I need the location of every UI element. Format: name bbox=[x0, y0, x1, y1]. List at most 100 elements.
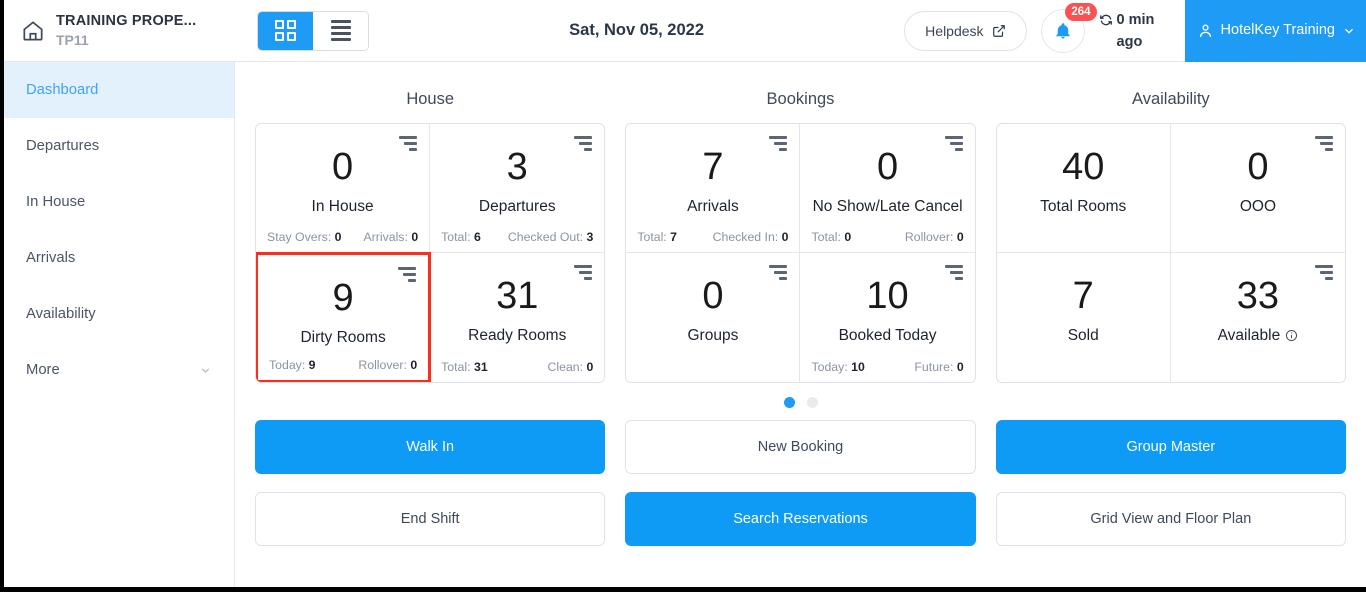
metric-card-arrivals[interactable]: 7 Arrivals Total: 7 Checked In: 0 bbox=[626, 124, 801, 253]
substat-right-value: 0 bbox=[956, 230, 964, 244]
metric-substats: Today: 10 Future: 0 bbox=[811, 360, 963, 374]
filter-icon[interactable] bbox=[769, 136, 788, 151]
substat-right-label: Checked In: bbox=[712, 230, 779, 244]
metric-card-booked-today[interactable]: 10 Booked Today Today: 10 Future: 0 bbox=[800, 253, 974, 382]
sync-text: 0 min ago bbox=[1116, 11, 1155, 50]
action-button-walk-in[interactable]: Walk In bbox=[255, 420, 606, 474]
property-text: TRAINING PROPE... TP11 bbox=[56, 13, 196, 48]
action-button-new-booking[interactable]: New Booking bbox=[625, 420, 976, 474]
metric-card-sold[interactable]: 7 Sold bbox=[997, 253, 1171, 382]
substat-right-label: Checked Out: bbox=[507, 230, 584, 244]
sidebar-item-departures[interactable]: Departures bbox=[4, 118, 234, 174]
helpdesk-button[interactable]: Helpdesk bbox=[904, 10, 1027, 51]
section-title-availability: Availability bbox=[1132, 90, 1210, 108]
metric-label-text: Total Rooms bbox=[1040, 197, 1127, 215]
metric-substats: Today: 9 Rollover: 0 bbox=[269, 358, 417, 372]
metric-substat-right: Rollover: 0 bbox=[358, 358, 417, 372]
substat-left-value: 0 bbox=[334, 230, 342, 244]
filter-icon[interactable] bbox=[398, 267, 417, 282]
filter-icon[interactable] bbox=[944, 265, 963, 280]
property-brand[interactable]: TRAINING PROPE... TP11 bbox=[4, 0, 235, 61]
app-header: TRAINING PROPE... TP11 Sat, Nov 05, 2022… bbox=[4, 0, 1366, 62]
notifications[interactable]: 264 bbox=[1040, 2, 1097, 53]
filter-icon[interactable] bbox=[574, 265, 593, 280]
dashboard-main: House Bookings Availability 0 In House Sta… bbox=[235, 62, 1366, 587]
sidebar-item-dashboard[interactable]: Dashboard bbox=[4, 62, 234, 118]
sidebar-item-label: Departures bbox=[26, 138, 100, 154]
metric-card-groups[interactable]: 0 Groups bbox=[626, 253, 801, 382]
metric-substat-right: Arrivals: 0 bbox=[363, 230, 418, 244]
action-button-grid-view-and-floor-plan[interactable]: Grid View and Floor Plan bbox=[995, 492, 1346, 546]
metric-label-text: In House bbox=[311, 197, 374, 215]
metric-label-text: Available bbox=[1217, 326, 1281, 344]
sidebar-item-label: In House bbox=[26, 194, 86, 210]
sidebar-item-arrivals[interactable]: Arrivals bbox=[4, 230, 234, 286]
list-view-button[interactable] bbox=[313, 11, 368, 50]
metric-label-text: Groups bbox=[687, 326, 739, 344]
substat-left-label: Today: bbox=[811, 360, 848, 374]
metric-substat-right: Rollover: 0 bbox=[905, 230, 964, 244]
metric-group-house: 0 In House Stay Overs: 0 Arrivals: 0 3 Depart… bbox=[255, 123, 606, 383]
carousel-dot-2[interactable] bbox=[806, 397, 818, 408]
substat-right-value: 0 bbox=[781, 230, 789, 244]
filter-icon[interactable] bbox=[944, 136, 963, 151]
metric-substat-left: Total: 0 bbox=[811, 230, 851, 244]
metric-card-dirty-rooms[interactable]: 9 Dirty Rooms Today: 9 Rollover: 0 bbox=[256, 252, 432, 382]
user-name: HotelKey Training bbox=[1220, 21, 1335, 38]
filter-icon[interactable] bbox=[399, 136, 418, 151]
metric-card-in-house[interactable]: 0 In House Stay Overs: 0 Arrivals: 0 bbox=[256, 124, 431, 253]
info-icon[interactable] bbox=[1285, 329, 1298, 342]
substat-right-label: Arrivals: bbox=[363, 230, 408, 244]
filter-icon[interactable] bbox=[574, 136, 593, 151]
action-button-group-master[interactable]: Group Master bbox=[995, 420, 1346, 474]
sidebar-item-label: More bbox=[26, 362, 60, 378]
filter-icon[interactable] bbox=[769, 265, 788, 280]
grid-view-button[interactable] bbox=[258, 11, 313, 50]
action-button-label: Grid View and Floor Plan bbox=[1090, 511, 1252, 527]
metric-label-text: Dirty Rooms bbox=[300, 328, 386, 346]
sidebar-item-more[interactable]: More bbox=[4, 342, 234, 398]
metric-label: In House bbox=[267, 198, 418, 216]
header-actions: Helpdesk 264 0 min ago HotelKey Training bbox=[904, 0, 1366, 62]
metric-card-ready-rooms[interactable]: 31 Ready Rooms Total: 31 Clean: 0 bbox=[430, 253, 604, 382]
helpdesk-label: Helpdesk bbox=[925, 22, 984, 39]
filter-icon[interactable] bbox=[1315, 136, 1333, 151]
metric-value: 40 bbox=[1062, 146, 1105, 188]
metric-label: Sold bbox=[1008, 327, 1159, 345]
filter-icon[interactable] bbox=[1315, 265, 1333, 280]
sidebar-item-availability[interactable]: Availability bbox=[4, 286, 234, 342]
action-button-end-shift[interactable]: End Shift bbox=[255, 492, 606, 546]
action-button-label: Search Reservations bbox=[733, 511, 868, 527]
metric-substat-left: Total: 31 bbox=[441, 360, 488, 374]
metric-substat-left: Stay Overs: 0 bbox=[267, 230, 342, 244]
substat-left-label: Total: bbox=[441, 230, 471, 244]
metric-label-text: Booked Today bbox=[838, 326, 937, 344]
metric-value: 9 bbox=[332, 277, 354, 319]
metric-label: Groups bbox=[637, 327, 788, 345]
last-sync-indicator[interactable]: 0 min ago bbox=[1099, 8, 1171, 54]
metric-group-bookings: 7 Arrivals Total: 7 Checked In: 0 0 No Show/L… bbox=[625, 123, 976, 383]
substat-left-value: 6 bbox=[473, 230, 481, 244]
sidebar-item-in-house[interactable]: In House bbox=[4, 174, 234, 230]
dashboard-app: TRAINING PROPE... TP11 Sat, Nov 05, 2022… bbox=[0, 0, 1366, 592]
metric-value: 0 bbox=[1247, 146, 1269, 188]
action-button-search-reservations[interactable]: Search Reservations bbox=[625, 492, 976, 546]
carousel-pagination[interactable] bbox=[255, 383, 1346, 420]
external-link-icon bbox=[992, 24, 1005, 37]
view-toggle[interactable] bbox=[257, 10, 369, 51]
substat-left-value: 10 bbox=[851, 360, 865, 374]
metric-card-departures[interactable]: 3 Departures Total: 6 Checked Out: 3 bbox=[430, 124, 605, 253]
metric-card-available[interactable]: 33 Available bbox=[1171, 253, 1345, 382]
user-menu[interactable]: HotelKey Training bbox=[1184, 0, 1366, 62]
metric-label: Ready Rooms bbox=[441, 327, 593, 345]
carousel-dot-1[interactable] bbox=[783, 397, 795, 408]
metric-label-text: Ready Rooms bbox=[468, 326, 567, 344]
metric-card-total-rooms[interactable]: 40 Total Rooms bbox=[996, 124, 1171, 253]
section-headers: House Bookings Availability bbox=[255, 62, 1346, 123]
metric-card-ooo[interactable]: 0 OOO bbox=[1170, 124, 1345, 253]
metric-card-no-show-late-cancel[interactable]: 0 No Show/Late Cancel Total: 0 Rollover: 0 bbox=[800, 124, 975, 253]
metric-label-text: Arrivals bbox=[687, 197, 739, 215]
action-button-label: Walk In bbox=[406, 439, 455, 455]
substat-left-label: Total: bbox=[637, 230, 667, 244]
substat-left-value: 7 bbox=[670, 230, 677, 244]
